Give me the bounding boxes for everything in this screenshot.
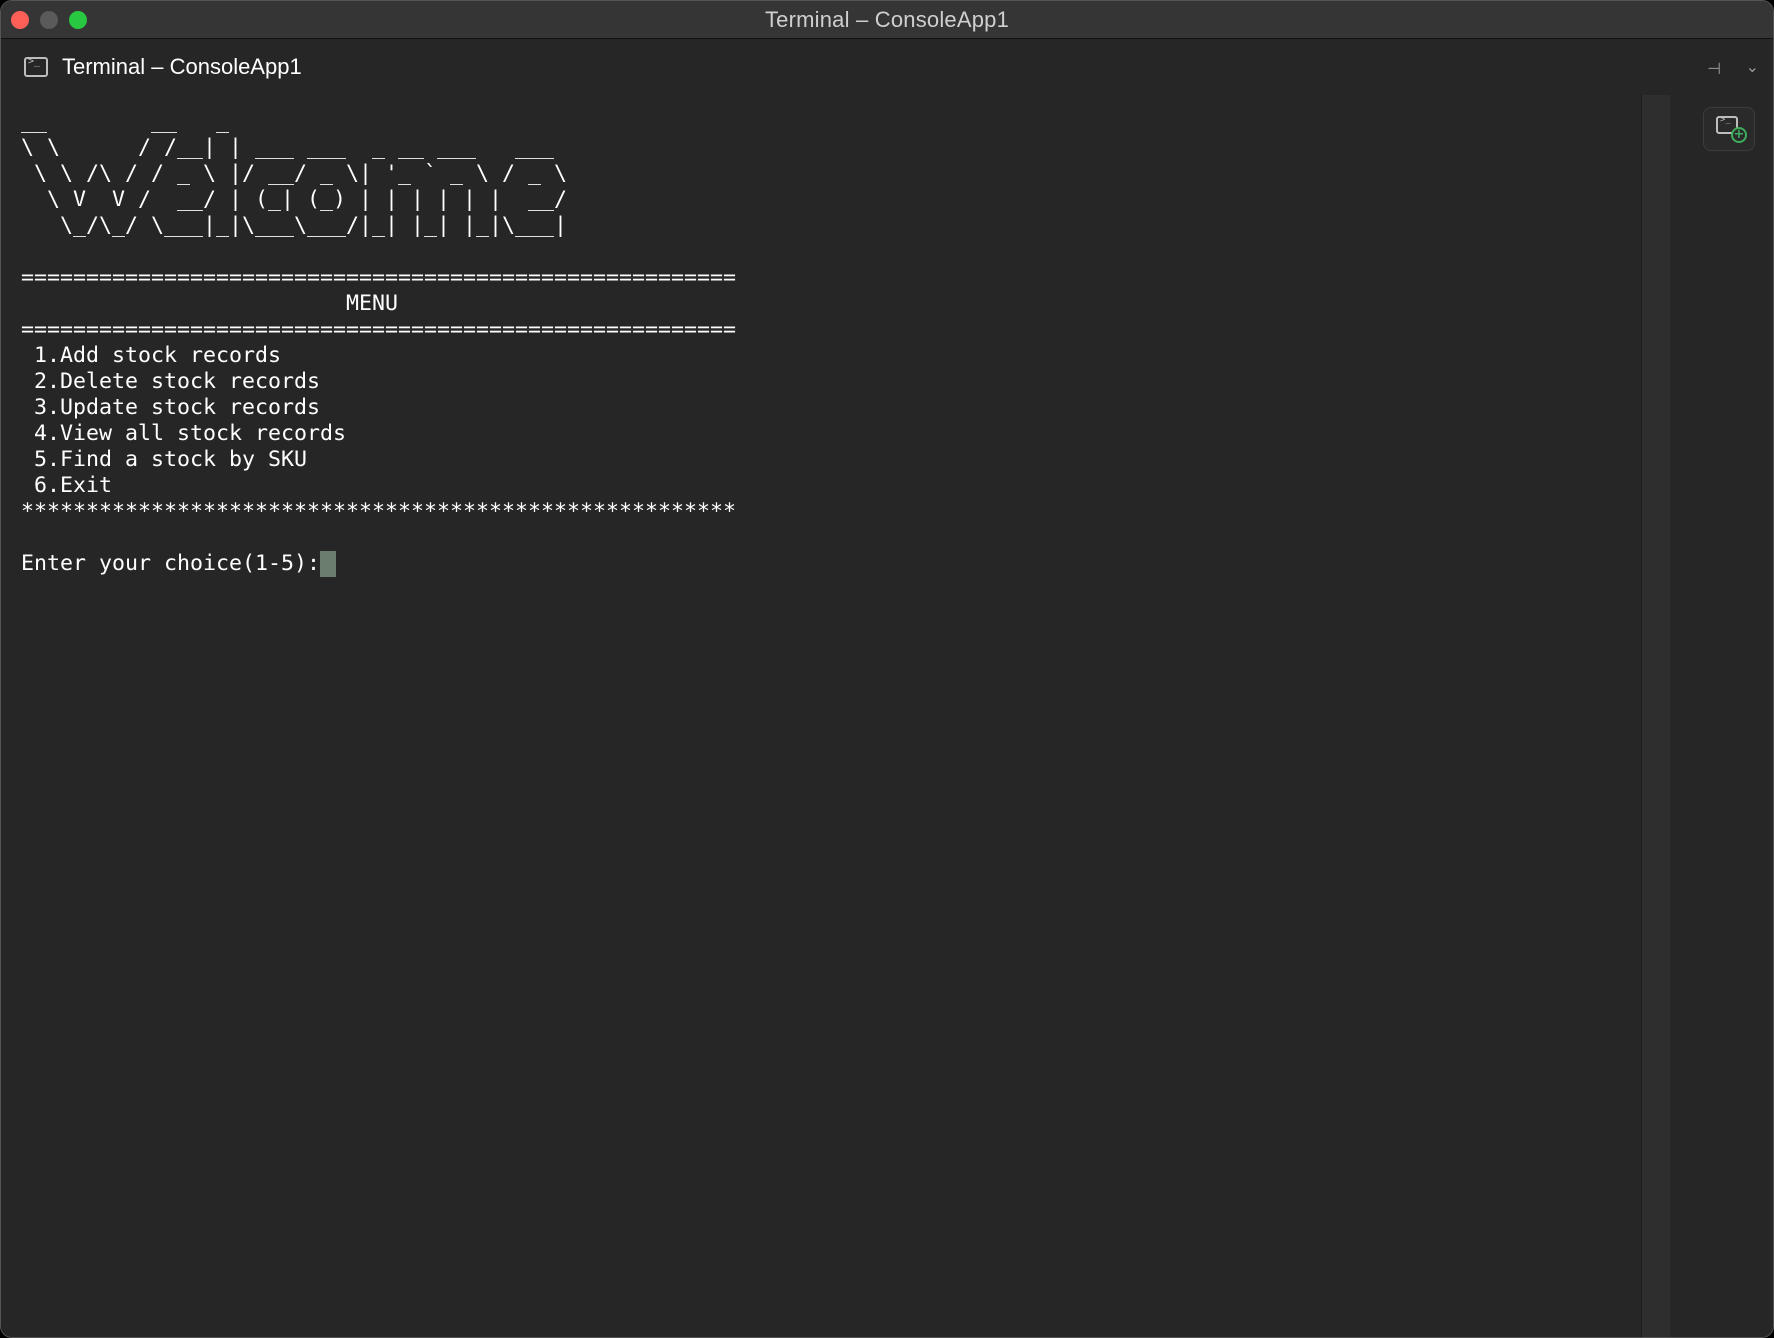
chevron-down-icon[interactable]: ⌄ (1746, 57, 1759, 77)
separator-bottom: ****************************************… (21, 499, 737, 524)
new-terminal-button[interactable]: + (1703, 107, 1755, 151)
menu-title: MENU (21, 291, 399, 316)
terminal-icon (24, 56, 48, 77)
separator-mid: ========================================… (21, 317, 737, 342)
menu-item: 1.Add stock records (21, 343, 282, 368)
text-cursor[interactable] (320, 551, 337, 577)
plus-icon: + (1731, 127, 1747, 143)
banner-line: \ \ / /__| | ___ ___ _ __ ___ ___ (21, 135, 555, 160)
input-prompt: Enter your choice(1-5): (21, 551, 321, 576)
zoom-button[interactable] (69, 11, 87, 29)
terminal-output[interactable]: __ __ _ \ \ / /__| | ___ ___ _ __ ___ __… (1, 95, 1641, 1337)
window-title: Terminal – ConsoleApp1 (764, 6, 1010, 32)
close-button[interactable] (11, 11, 29, 29)
menu-item: 3.Update stock records (21, 395, 321, 420)
terminal-text: __ __ _ \ \ / /__| | ___ ___ _ __ ___ __… (21, 109, 736, 577)
banner-line: \ V V / __/ | (_| (_) | | | | | | __/ (21, 187, 568, 212)
banner-line: \ \ /\ / / _ \ |/ __/ _ \| '_ ` _ \ / _ … (21, 161, 568, 186)
tab-bar: Terminal – ConsoleApp1 ⊣ ⌄ (1, 39, 1773, 95)
tab-title[interactable]: Terminal – ConsoleApp1 (62, 54, 302, 80)
window-controls (11, 11, 87, 29)
banner-line: __ __ _ (21, 109, 230, 134)
minimize-button[interactable] (40, 11, 58, 29)
menu-item: 5.Find a stock by SKU (21, 447, 308, 472)
title-bar: Terminal – ConsoleApp1 (1, 1, 1773, 39)
banner-line: \_/\_/ \___|_|\___\___/|_| |_| |_|\___| (21, 213, 568, 238)
separator-top: ========================================… (21, 265, 737, 290)
menu-item: 6.Exit (21, 473, 113, 498)
side-panel: + (1670, 95, 1773, 1337)
menu-item: 4.View all stock records (21, 421, 347, 446)
menu-item: 2.Delete stock records (21, 369, 321, 394)
pin-icon[interactable]: ⊣ (1707, 59, 1721, 79)
terminal-window: Terminal – ConsoleApp1 Terminal – Consol… (0, 0, 1774, 1338)
scrollbar[interactable] (1641, 95, 1670, 1337)
